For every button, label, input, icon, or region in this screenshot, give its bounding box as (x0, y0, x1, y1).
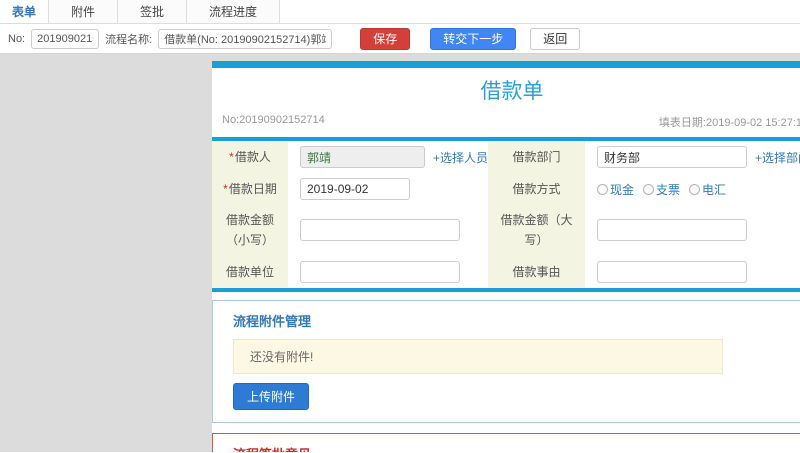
attachments-title: 流程附件管理 (233, 313, 312, 329)
tab-attachment[interactable]: 附件 (49, 0, 119, 23)
amount-upper-label: 借款金额（大写） (488, 205, 585, 256)
approval-title: 流程签批意见 (233, 444, 791, 452)
radio-circle-icon[interactable] (597, 183, 608, 195)
department-input[interactable] (597, 146, 747, 168)
attachments-panel: 流程附件管理 还没有附件! 上传附件 (212, 299, 800, 423)
form-date-text: 填表日期:2019-09-02 15:27:1 (658, 117, 800, 129)
method-wire-label: 电汇 (702, 182, 727, 197)
borrow-reason-label: 借款事由 (488, 255, 585, 288)
borrow-unit-input[interactable] (300, 260, 460, 283)
select-department-link[interactable]: +选择部门 (755, 149, 800, 166)
flow-name-label: 流程名称: (105, 33, 153, 46)
borrow-method-label: 借款方式 (488, 173, 585, 205)
borrow-date-input[interactable] (300, 178, 410, 200)
form-meta-row: No:20190902152714 填表日期:2019-09-02 15:27:… (212, 108, 800, 137)
amount-upper-cell (585, 205, 800, 256)
method-cash-label: 现金 (610, 182, 635, 197)
form-no-text: No:20190902152714 (222, 114, 325, 126)
form-fields: *借款人 +选择人员 借款部门 +选择部门 *借款日期 借款方式 (212, 141, 800, 288)
required-mark: * (223, 181, 228, 196)
form-title: 借款单 (480, 80, 544, 103)
radio-circle-icon[interactable] (643, 183, 655, 195)
method-wire-radio[interactable]: 电汇 (689, 181, 726, 198)
department-label: 借款部门 (488, 141, 585, 173)
borrow-date-label: *借款日期 (212, 173, 288, 205)
borrower-cell: +选择人员 (288, 141, 488, 173)
bottom-accent-bar (212, 287, 800, 292)
workspace-background: 借款单 No:20190902152714 填表日期:2019-09-02 15… (0, 54, 800, 452)
borrow-unit-cell (288, 256, 488, 288)
method-cash-radio[interactable]: 现金 (597, 181, 634, 198)
borrow-unit-label: 借款单位 (212, 255, 288, 288)
method-cheque-label: 支票 (656, 182, 681, 197)
forward-next-step-button[interactable]: 转交下一步 (430, 27, 517, 50)
top-accent-bar (212, 61, 800, 68)
approval-panel: 流程签批意见 B I abc A✗ ⚑ (212, 432, 800, 452)
upload-attachment-button[interactable]: 上传附件 (233, 382, 310, 410)
method-cheque-radio[interactable]: 支票 (643, 181, 680, 198)
amount-lower-cell (288, 205, 488, 256)
borrower-label: *借款人 (212, 141, 288, 173)
amount-lower-label: 借款金额（小写） (212, 205, 288, 256)
form-page: 借款单 No:20190902152714 填表日期:2019-09-02 15… (212, 61, 800, 452)
back-button[interactable]: 返回 (530, 27, 581, 50)
tab-approval[interactable]: 签批 (118, 0, 188, 23)
flow-name-input[interactable] (158, 28, 333, 49)
no-label: No: (8, 32, 26, 45)
amount-upper-input[interactable] (597, 219, 747, 242)
borrow-date-cell (288, 173, 488, 205)
save-button[interactable]: 保存 (360, 27, 411, 50)
borrow-reason-cell (585, 256, 800, 288)
department-cell: +选择部门 (585, 141, 800, 173)
no-input[interactable] (31, 28, 100, 49)
select-person-link[interactable]: +选择人员 (433, 149, 488, 166)
required-mark: * (229, 149, 234, 164)
borrow-method-radio-group: 现金 支票 电汇 (597, 181, 726, 198)
tab-progress[interactable]: 流程进度 (187, 0, 281, 23)
tab-bar: 表单 附件 签批 流程进度 (0, 0, 800, 24)
borrower-input[interactable] (300, 146, 425, 168)
amount-lower-input[interactable] (300, 219, 460, 242)
borrow-reason-input[interactable] (597, 260, 747, 283)
toolbar: No: 流程名称: 保存 转交下一步 返回 (0, 24, 800, 54)
tab-form[interactable]: 表单 (0, 0, 50, 23)
radio-circle-icon[interactable] (689, 183, 701, 195)
borrow-method-cell: 现金 支票 电汇 (585, 173, 800, 205)
no-attachments-alert: 还没有附件! (233, 338, 723, 374)
